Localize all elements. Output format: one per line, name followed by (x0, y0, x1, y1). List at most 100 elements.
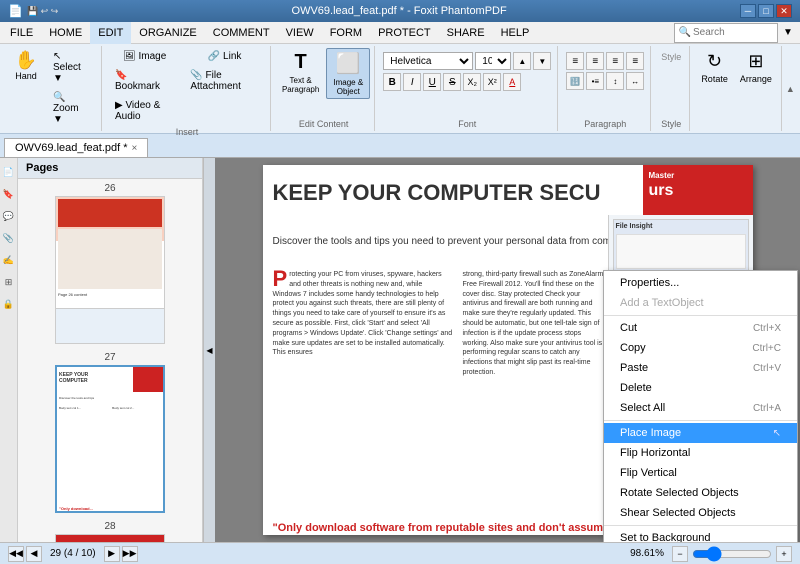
ctx-properties[interactable]: Properties... (604, 273, 797, 293)
layers-tool-button[interactable]: ⊞ (1, 272, 17, 292)
comments-tool-button[interactable]: 💬 (1, 206, 17, 226)
security-tool-button[interactable]: 🔒 (1, 294, 17, 314)
ctx-paste[interactable]: Paste Ctrl+V (604, 358, 797, 378)
ctx-sep-2 (604, 420, 797, 421)
subscript-button[interactable]: X₂ (463, 73, 481, 91)
bookmark-button[interactable]: 🔖 Bookmark (108, 67, 181, 95)
link-button[interactable]: 🔗 Link (183, 48, 266, 65)
pdf-body-para2: strong, third-party firewall such as Zon… (463, 270, 608, 378)
menu-view[interactable]: VIEW (278, 22, 322, 44)
font-size-up-button[interactable]: ▲ (513, 52, 531, 70)
align-right-button[interactable]: ≡ (606, 52, 624, 70)
zoom-level: 98.61% (630, 548, 664, 559)
strikethrough-button[interactable]: S (443, 73, 461, 91)
italic-button[interactable]: I (403, 73, 421, 91)
char-spacing-button[interactable]: ↔ (626, 72, 644, 90)
sidebar-collapse-button[interactable]: ◀ (203, 158, 215, 542)
search-dropdown[interactable]: ▼ (778, 27, 798, 38)
paragraph-controls: ≡ ≡ ≡ ≡ 🔢 •≡ ↕ ↔ (566, 48, 644, 90)
align-center-button[interactable]: ≡ (586, 52, 604, 70)
select-button[interactable]: ↖ Select ▼ (46, 48, 97, 87)
image-button[interactable]: 🖼 Image (108, 48, 181, 65)
video-audio-button[interactable]: ▶ Video & Audio (108, 97, 181, 125)
rotate-label: Rotate (701, 74, 728, 84)
font-size-down-button[interactable]: ▼ (533, 52, 551, 70)
bookmarks-tool-button[interactable]: 🔖 (1, 184, 17, 204)
page-thumb-27: 27 KEEP YOURCOMPUTER Discover the tools … (22, 352, 198, 513)
para-row2: 🔢 •≡ ↕ ↔ (566, 72, 644, 90)
menu-share[interactable]: SHARE (439, 22, 493, 44)
page-28-thumbnail[interactable]: GET YOURCOMPUTER SECURE Page 28 content.… (55, 534, 165, 542)
nav-first-button[interactable]: ◀◀ (8, 546, 24, 562)
main-layout: 📄 🔖 💬 📎 ✍ ⊞ 🔒 Pages 26 Page 26 content (0, 158, 800, 542)
menu-home[interactable]: HOME (41, 22, 90, 44)
font-size-select[interactable]: 10 (475, 52, 511, 70)
ctx-set-background[interactable]: Set to Background (604, 528, 797, 542)
nav-next-button[interactable]: ▶ (104, 546, 120, 562)
nav-prev-button[interactable]: ◀ (26, 546, 42, 562)
numbered-list-button[interactable]: 🔢 (566, 72, 584, 90)
font-name-select[interactable]: Helvetica (383, 52, 473, 70)
superscript-button[interactable]: X² (483, 73, 501, 91)
close-button[interactable]: ✕ (776, 4, 792, 18)
ctx-delete[interactable]: Delete (604, 378, 797, 398)
underline-button[interactable]: U (423, 73, 441, 91)
menu-comment[interactable]: COMMENT (205, 22, 278, 44)
menu-file[interactable]: FILE (2, 22, 41, 44)
cursor-icon: ↖ (773, 428, 781, 439)
pages-tool-button[interactable]: 📄 (1, 162, 17, 182)
signatures-tool-button[interactable]: ✍ (1, 250, 17, 270)
minimize-button[interactable]: ─ (740, 4, 756, 18)
ctx-select-all[interactable]: Select All Ctrl+A (604, 398, 797, 418)
edit-content-content: T Text &Paragraph ⬜ Image &Object (277, 48, 370, 117)
attachments-tool-button[interactable]: 📎 (1, 228, 17, 248)
menu-edit[interactable]: EDIT (90, 22, 131, 44)
zoom-button[interactable]: 🔍 Zoom ▼ (46, 89, 97, 128)
bullet-list-button[interactable]: •≡ (586, 72, 604, 90)
rotate-button[interactable]: ↻ Rotate (696, 48, 733, 87)
maximize-button[interactable]: □ (758, 4, 774, 18)
line-spacing-button[interactable]: ↕ (606, 72, 624, 90)
ribbon-collapse-button[interactable]: ▲ (786, 46, 796, 131)
tab-filename: OWV69.lead_feat.pdf * (15, 142, 128, 154)
page-26-thumbnail[interactable]: Page 26 content (55, 196, 165, 344)
ctx-rotate-selected[interactable]: Rotate Selected Objects (604, 483, 797, 503)
zoom-slider[interactable] (692, 548, 772, 560)
menu-help[interactable]: HELP (493, 22, 538, 44)
align-left-button[interactable]: ≡ (566, 52, 584, 70)
nav-last-button[interactable]: ▶▶ (122, 546, 138, 562)
search-box: 🔍 (674, 23, 778, 43)
menu-organize[interactable]: ORGANIZE (131, 22, 204, 44)
document-tab[interactable]: OWV69.lead_feat.pdf * × (4, 138, 148, 157)
text-paragraph-button[interactable]: T Text &Paragraph (277, 48, 324, 97)
image-object-icon: ⬜ (336, 51, 361, 76)
file-attachment-button[interactable]: 📎 File Attachment (183, 67, 266, 95)
sidebar-tools: 📄 🔖 💬 📎 ✍ ⊞ 🔒 (0, 158, 18, 542)
ctx-flip-vertical[interactable]: Flip Vertical (604, 463, 797, 483)
arrange-label: Arrange (740, 74, 772, 84)
image-object-button[interactable]: ⬜ Image &Object (326, 48, 370, 99)
page-28-label: 28 (104, 521, 115, 532)
ribbon-group-insert: 🖼 Image 🔖 Bookmark ▶ Video & Audio 🔗 Lin… (104, 46, 271, 131)
search-input[interactable] (693, 27, 773, 38)
ctx-place-image[interactable]: Place Image ↖ (604, 423, 797, 443)
zoom-out-button[interactable]: − (672, 546, 688, 562)
page-27-label: 27 (104, 352, 115, 363)
ctx-copy[interactable]: Copy Ctrl+C (604, 338, 797, 358)
bold-button[interactable]: B (383, 73, 401, 91)
page-27-thumbnail[interactable]: KEEP YOURCOMPUTER Discover the tools and… (55, 365, 165, 513)
font-color-button[interactable]: A (503, 73, 521, 91)
menu-form[interactable]: FORM (322, 22, 370, 44)
page-26-label: 26 (104, 183, 115, 194)
hand-tool-button[interactable]: ✋ Hand (8, 48, 44, 84)
ctx-shear-selected[interactable]: Shear Selected Objects (604, 503, 797, 523)
align-justify-button[interactable]: ≡ (626, 52, 644, 70)
zoom-in-button[interactable]: + (776, 546, 792, 562)
ribbon-group-style: Style Style (653, 46, 690, 131)
insert-content: 🖼 Image 🔖 Bookmark ▶ Video & Audio 🔗 Lin… (108, 48, 266, 125)
arrange-button[interactable]: ⊞ Arrange (735, 48, 777, 87)
menu-protect[interactable]: PROTECT (370, 22, 439, 44)
ctx-cut[interactable]: Cut Ctrl+X (604, 318, 797, 338)
ctx-flip-horizontal[interactable]: Flip Horizontal (604, 443, 797, 463)
tab-close-button[interactable]: × (132, 143, 138, 154)
